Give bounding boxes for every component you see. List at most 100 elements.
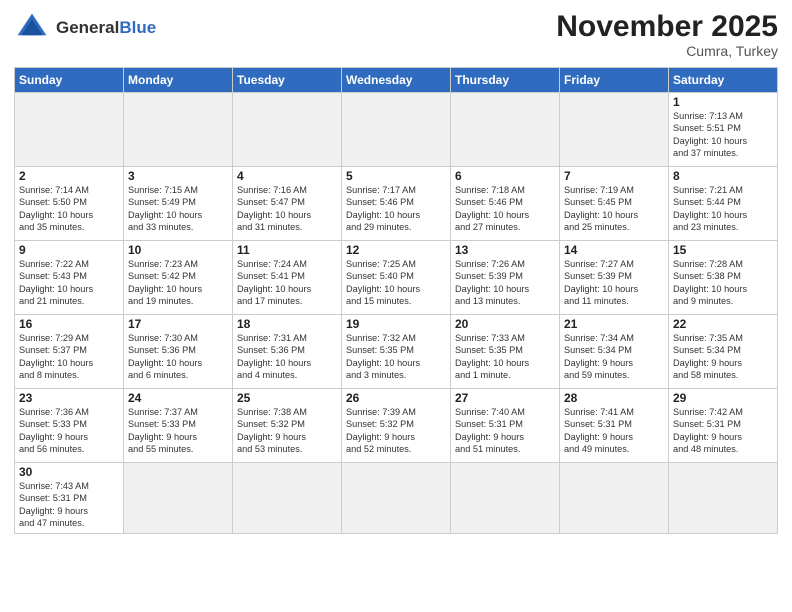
table-row: 22Sunrise: 7:35 AMSunset: 5:34 PMDayligh… <box>669 315 778 389</box>
table-row: 29Sunrise: 7:42 AMSunset: 5:31 PMDayligh… <box>669 389 778 463</box>
table-row: 21Sunrise: 7:34 AMSunset: 5:34 PMDayligh… <box>560 315 669 389</box>
day-number: 9 <box>19 243 119 257</box>
day-number: 29 <box>673 391 773 405</box>
table-row: 28Sunrise: 7:41 AMSunset: 5:31 PMDayligh… <box>560 389 669 463</box>
day-info: Sunrise: 7:17 AMSunset: 5:46 PMDaylight:… <box>346 184 446 234</box>
day-number: 6 <box>455 169 555 183</box>
table-row: 9Sunrise: 7:22 AMSunset: 5:43 PMDaylight… <box>15 241 124 315</box>
table-row: 13Sunrise: 7:26 AMSunset: 5:39 PMDayligh… <box>451 241 560 315</box>
table-row: 3Sunrise: 7:15 AMSunset: 5:49 PMDaylight… <box>124 167 233 241</box>
table-row: 10Sunrise: 7:23 AMSunset: 5:42 PMDayligh… <box>124 241 233 315</box>
table-row <box>342 93 451 167</box>
table-row: 4Sunrise: 7:16 AMSunset: 5:47 PMDaylight… <box>233 167 342 241</box>
day-number: 11 <box>237 243 337 257</box>
day-info: Sunrise: 7:40 AMSunset: 5:31 PMDaylight:… <box>455 406 555 456</box>
day-info: Sunrise: 7:21 AMSunset: 5:44 PMDaylight:… <box>673 184 773 234</box>
weekday-header-row: Sunday Monday Tuesday Wednesday Thursday… <box>15 68 778 93</box>
day-info: Sunrise: 7:14 AMSunset: 5:50 PMDaylight:… <box>19 184 119 234</box>
day-info: Sunrise: 7:18 AMSunset: 5:46 PMDaylight:… <box>455 184 555 234</box>
page: GeneralBlue November 2025 Cumra, Turkey … <box>0 0 792 612</box>
day-info: Sunrise: 7:15 AMSunset: 5:49 PMDaylight:… <box>128 184 228 234</box>
day-info: Sunrise: 7:25 AMSunset: 5:40 PMDaylight:… <box>346 258 446 308</box>
day-info: Sunrise: 7:43 AMSunset: 5:31 PMDaylight:… <box>19 480 119 530</box>
day-info: Sunrise: 7:32 AMSunset: 5:35 PMDaylight:… <box>346 332 446 382</box>
calendar: Sunday Monday Tuesday Wednesday Thursday… <box>14 67 778 534</box>
header-friday: Friday <box>560 68 669 93</box>
logo: GeneralBlue <box>14 10 156 46</box>
table-row: 6Sunrise: 7:18 AMSunset: 5:46 PMDaylight… <box>451 167 560 241</box>
day-number: 25 <box>237 391 337 405</box>
month-title: November 2025 <box>556 10 778 43</box>
location: Cumra, Turkey <box>556 43 778 59</box>
day-info: Sunrise: 7:34 AMSunset: 5:34 PMDaylight:… <box>564 332 664 382</box>
table-row: 1Sunrise: 7:13 AMSunset: 5:51 PMDaylight… <box>669 93 778 167</box>
day-number: 14 <box>564 243 664 257</box>
day-info: Sunrise: 7:38 AMSunset: 5:32 PMDaylight:… <box>237 406 337 456</box>
day-number: 10 <box>128 243 228 257</box>
day-info: Sunrise: 7:29 AMSunset: 5:37 PMDaylight:… <box>19 332 119 382</box>
day-number: 17 <box>128 317 228 331</box>
header-monday: Monday <box>124 68 233 93</box>
logo-icon <box>14 10 50 46</box>
header-thursday: Thursday <box>451 68 560 93</box>
title-block: November 2025 Cumra, Turkey <box>556 10 778 59</box>
table-row: 25Sunrise: 7:38 AMSunset: 5:32 PMDayligh… <box>233 389 342 463</box>
table-row <box>451 463 560 534</box>
day-info: Sunrise: 7:37 AMSunset: 5:33 PMDaylight:… <box>128 406 228 456</box>
table-row: 30Sunrise: 7:43 AMSunset: 5:31 PMDayligh… <box>15 463 124 534</box>
table-row <box>669 463 778 534</box>
table-row <box>15 93 124 167</box>
day-info: Sunrise: 7:24 AMSunset: 5:41 PMDaylight:… <box>237 258 337 308</box>
table-row: 11Sunrise: 7:24 AMSunset: 5:41 PMDayligh… <box>233 241 342 315</box>
day-number: 8 <box>673 169 773 183</box>
table-row <box>342 463 451 534</box>
table-row: 24Sunrise: 7:37 AMSunset: 5:33 PMDayligh… <box>124 389 233 463</box>
table-row: 19Sunrise: 7:32 AMSunset: 5:35 PMDayligh… <box>342 315 451 389</box>
day-number: 18 <box>237 317 337 331</box>
table-row: 20Sunrise: 7:33 AMSunset: 5:35 PMDayligh… <box>451 315 560 389</box>
table-row <box>560 463 669 534</box>
day-info: Sunrise: 7:26 AMSunset: 5:39 PMDaylight:… <box>455 258 555 308</box>
table-row: 26Sunrise: 7:39 AMSunset: 5:32 PMDayligh… <box>342 389 451 463</box>
day-number: 2 <box>19 169 119 183</box>
day-number: 13 <box>455 243 555 257</box>
table-row <box>451 93 560 167</box>
day-number: 23 <box>19 391 119 405</box>
table-row <box>560 93 669 167</box>
day-info: Sunrise: 7:36 AMSunset: 5:33 PMDaylight:… <box>19 406 119 456</box>
logo-text: GeneralBlue <box>56 18 156 38</box>
day-info: Sunrise: 7:19 AMSunset: 5:45 PMDaylight:… <box>564 184 664 234</box>
day-number: 16 <box>19 317 119 331</box>
day-number: 22 <box>673 317 773 331</box>
day-info: Sunrise: 7:33 AMSunset: 5:35 PMDaylight:… <box>455 332 555 382</box>
day-info: Sunrise: 7:22 AMSunset: 5:43 PMDaylight:… <box>19 258 119 308</box>
day-info: Sunrise: 7:27 AMSunset: 5:39 PMDaylight:… <box>564 258 664 308</box>
day-info: Sunrise: 7:28 AMSunset: 5:38 PMDaylight:… <box>673 258 773 308</box>
table-row: 2Sunrise: 7:14 AMSunset: 5:50 PMDaylight… <box>15 167 124 241</box>
table-row: 15Sunrise: 7:28 AMSunset: 5:38 PMDayligh… <box>669 241 778 315</box>
table-row <box>233 93 342 167</box>
day-info: Sunrise: 7:35 AMSunset: 5:34 PMDaylight:… <box>673 332 773 382</box>
day-info: Sunrise: 7:39 AMSunset: 5:32 PMDaylight:… <box>346 406 446 456</box>
day-info: Sunrise: 7:41 AMSunset: 5:31 PMDaylight:… <box>564 406 664 456</box>
day-number: 20 <box>455 317 555 331</box>
table-row: 5Sunrise: 7:17 AMSunset: 5:46 PMDaylight… <box>342 167 451 241</box>
day-info: Sunrise: 7:23 AMSunset: 5:42 PMDaylight:… <box>128 258 228 308</box>
day-number: 5 <box>346 169 446 183</box>
day-number: 27 <box>455 391 555 405</box>
day-number: 26 <box>346 391 446 405</box>
table-row: 16Sunrise: 7:29 AMSunset: 5:37 PMDayligh… <box>15 315 124 389</box>
day-info: Sunrise: 7:42 AMSunset: 5:31 PMDaylight:… <box>673 406 773 456</box>
header-tuesday: Tuesday <box>233 68 342 93</box>
table-row <box>124 463 233 534</box>
table-row: 7Sunrise: 7:19 AMSunset: 5:45 PMDaylight… <box>560 167 669 241</box>
table-row <box>124 93 233 167</box>
table-row <box>233 463 342 534</box>
day-number: 4 <box>237 169 337 183</box>
day-number: 12 <box>346 243 446 257</box>
day-number: 3 <box>128 169 228 183</box>
day-number: 28 <box>564 391 664 405</box>
table-row: 18Sunrise: 7:31 AMSunset: 5:36 PMDayligh… <box>233 315 342 389</box>
day-info: Sunrise: 7:31 AMSunset: 5:36 PMDaylight:… <box>237 332 337 382</box>
day-info: Sunrise: 7:16 AMSunset: 5:47 PMDaylight:… <box>237 184 337 234</box>
